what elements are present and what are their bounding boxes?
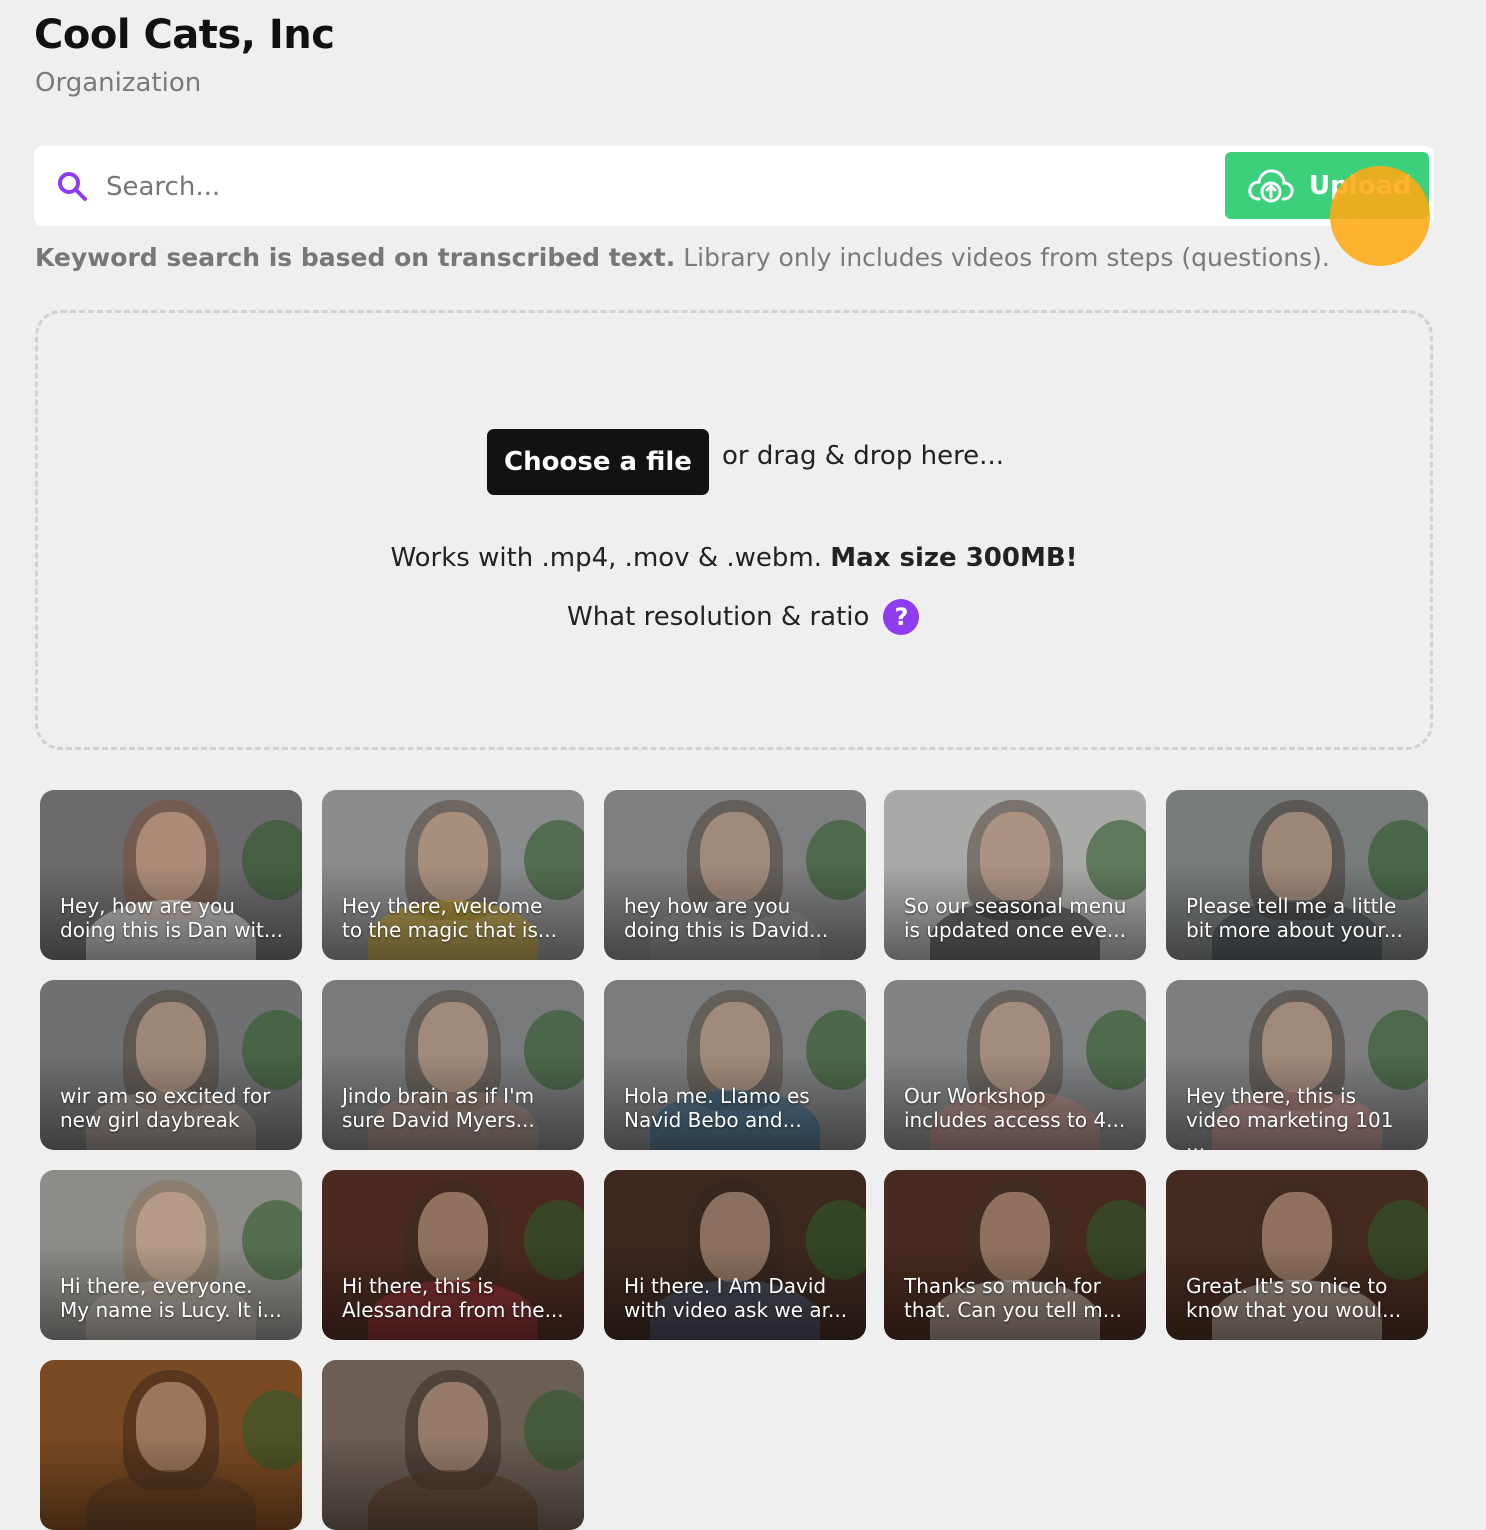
video-card[interactable]: Great. It's so nice to know that you woul… [1166,1170,1428,1340]
video-caption-line2: Alessandra from the... [342,1298,564,1322]
video-caption-line2: is updated once eve... [904,918,1126,942]
video-caption-line1: Jindo brain as if I'm [342,1084,535,1108]
video-caption: Our Workshop includes access to 4... [904,1084,1132,1132]
video-caption-line2: to the magic that is... [342,918,557,942]
video-caption: Hey, how are you doing this is Dan wit... [60,894,288,942]
video-thumbnail-shade [322,1435,584,1530]
video-caption-line1: Hola me. Llamo es [624,1084,810,1108]
video-caption: Thanks so much for that. Can you tell m..… [904,1274,1132,1322]
video-caption-line1: hey how are you [624,894,791,918]
video-caption-line2: Navid Bebo and... [624,1108,802,1132]
video-card[interactable]: Thanks so much for that. Can you tell m..… [884,1170,1146,1340]
video-caption-line1: Our Workshop [904,1084,1046,1108]
file-format-text: Works with .mp4, .mov & .webm. [390,543,831,573]
video-caption: Hey there, this is video marketing 101 ..… [1186,1084,1414,1150]
page-title: Cool Cats, Inc [34,12,335,58]
search-bar: Upload [34,146,1434,226]
search-hint: Keyword search is based on transcribed t… [35,243,1330,272]
video-caption: wir am so excited for new girl daybreak [60,1084,288,1132]
video-card[interactable]: Jindo brain as if I'm sure David Myers... [322,980,584,1150]
video-card[interactable]: Hi there. I Am David with video ask we ar… [604,1170,866,1340]
video-caption: So our seasonal menu is updated once eve.… [904,894,1132,942]
video-caption-line1: Please tell me a little [1186,894,1397,918]
video-caption: Hi there. I Am David with video ask we ar… [624,1274,852,1322]
video-card[interactable]: Hey, how are you doing this is Dan wit... [40,790,302,960]
search-hint-bold: Keyword search is based on transcribed t… [35,243,676,272]
video-caption: Hola me. Llamo es Navid Bebo and... [624,1084,852,1132]
video-caption-line1: wir am so excited for [60,1084,271,1108]
help-icon[interactable]: ? [883,599,920,635]
video-caption: Please tell me a little bit more about yo… [1186,894,1414,942]
drag-drop-text: or drag & drop here... [722,441,1004,471]
search-hint-text: Library only includes videos from steps … [675,243,1330,272]
video-caption: Hi there, this is Alessandra from the... [342,1274,570,1322]
video-caption: Hey there, welcome to the magic that is..… [342,894,570,942]
video-caption-line2: that. Can you tell m... [904,1298,1122,1322]
video-card[interactable]: Hi there, everyone. My name is Lucy. It i… [40,1170,302,1340]
video-caption-line2: sure David Myers... [342,1108,535,1132]
resolution-text: What resolution & ratio [567,602,870,632]
file-dropzone[interactable]: Choose a file or drag & drop here... Wor… [35,310,1433,750]
video-caption: Jindo brain as if I'm sure David Myers... [342,1084,570,1132]
file-format-info: Works with .mp4, .mov & .webm. Max size … [38,543,1430,573]
page-subtitle: Organization [35,68,202,98]
video-card[interactable]: Hey there, welcome to the magic that is..… [322,790,584,960]
video-caption-line2: My name is Lucy. It i... [60,1298,282,1322]
video-caption: hey how are you doing this is David... [624,894,852,942]
video-caption-line2: doing this is David... [624,918,829,942]
video-caption: Hi there, everyone. My name is Lucy. It i… [60,1274,288,1322]
video-caption-line2: includes access to 4... [904,1108,1126,1132]
video-card[interactable]: Hola me. Llamo es Navid Bebo and... [604,980,866,1150]
video-caption-line1: Hey there, welcome [342,894,543,918]
choose-file-button[interactable]: Choose a file [487,429,709,495]
video-card[interactable] [322,1360,584,1530]
cloud-upload-icon [1248,168,1294,202]
video-caption-line2: with video ask we ar... [624,1298,848,1322]
video-caption-line1: Thanks so much for [904,1274,1101,1298]
video-caption-line2: new girl daybreak [60,1108,240,1132]
video-card[interactable]: wir am so excited for new girl daybreak [40,980,302,1150]
video-caption-line1: Hey, how are you [60,894,235,918]
video-caption-line1: So our seasonal menu [904,894,1127,918]
video-caption: Great. It's so nice to know that you woul… [1186,1274,1414,1322]
video-card[interactable]: Please tell me a little bit more about yo… [1166,790,1428,960]
video-caption-line2: know that you woul... [1186,1298,1402,1322]
upload-button[interactable]: Upload [1225,152,1429,219]
resolution-info: What resolution & ratio ? [567,599,920,635]
video-caption-line2: video marketing 101 ... [1186,1108,1394,1150]
search-icon [58,172,87,201]
video-card[interactable] [40,1360,302,1530]
max-size-text: Max size 300MB! [830,543,1078,573]
video-card[interactable]: hey how are you doing this is David... [604,790,866,960]
video-caption-line2: bit more about your... [1186,918,1403,942]
video-card[interactable]: Our Workshop includes access to 4... [884,980,1146,1150]
video-caption-line1: Hey there, this is [1186,1084,1356,1108]
video-caption-line2: doing this is Dan wit... [60,918,283,942]
search-input[interactable] [104,164,1208,210]
video-card[interactable]: So our seasonal menu is updated once eve.… [884,790,1146,960]
video-caption-line1: Hi there, this is [342,1274,494,1298]
video-card[interactable]: Hey there, this is video marketing 101 ..… [1166,980,1428,1150]
video-caption-line1: Hi there, everyone. [60,1274,253,1298]
video-caption-line1: Great. It's so nice to [1186,1274,1388,1298]
video-card[interactable]: Hi there, this is Alessandra from the... [322,1170,584,1340]
video-thumbnail-shade [40,1435,302,1530]
video-caption-line1: Hi there. I Am David [624,1274,827,1298]
upload-button-label: Upload [1309,170,1412,201]
